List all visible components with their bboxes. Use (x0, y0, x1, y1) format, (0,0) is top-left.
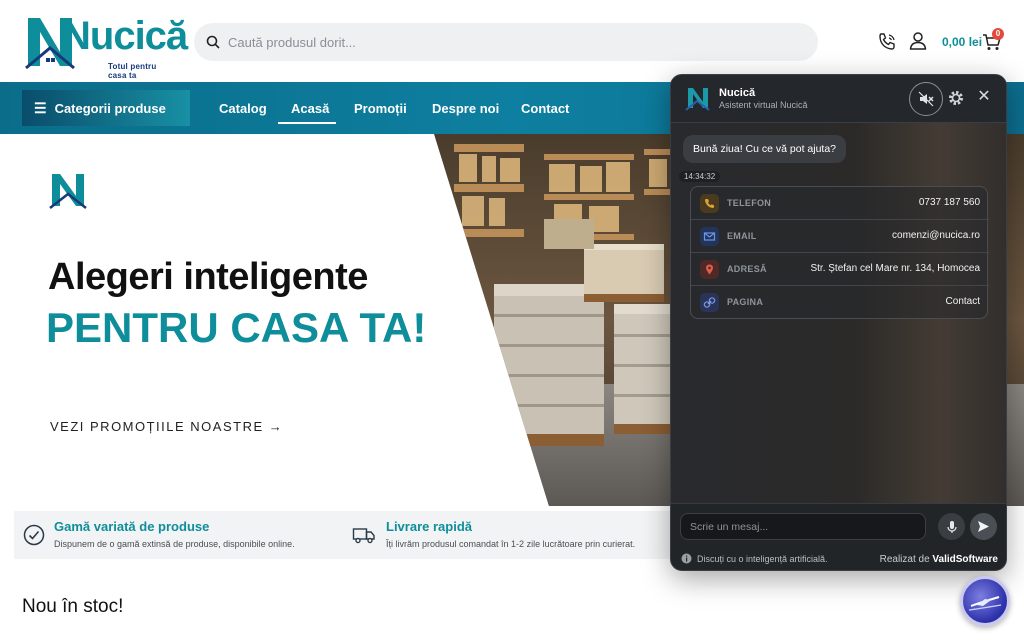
contact-label: TELEFON (727, 198, 772, 208)
check-circle-icon (23, 524, 45, 546)
nav-acasa[interactable]: Acasă (291, 101, 329, 116)
contact-value: Contact (945, 296, 980, 307)
cart-count-badge: 0 (992, 28, 1004, 40)
nav-contact[interactable]: Contact (521, 101, 569, 116)
search-icon (206, 35, 220, 49)
send-button[interactable] (970, 513, 997, 540)
powered-by-brand: ValidSoftware (932, 554, 998, 565)
features-strip: Gamă variată de produse Dispunem de o ga… (14, 511, 674, 559)
ai-disclaimer: Discuți cu o inteligență artificială. (697, 554, 828, 564)
cart-total[interactable]: 0,00 lei (942, 35, 982, 49)
phone-icon (700, 194, 719, 213)
feature-title: Livrare rapidă (386, 519, 472, 534)
phone-icon[interactable] (876, 31, 898, 53)
menu-icon: ☰ (34, 99, 47, 116)
hero-logo-icon (49, 174, 87, 209)
site-header: Nucică Totul pentru casa ta 0,00 lei 0 (0, 0, 1024, 82)
contact-value: Str. Ștefan cel Mare nr. 134, Homocea (810, 263, 980, 274)
chat-widget: Nucică Asistent virtual Nucică ✕ Bună zi… (670, 74, 1007, 571)
close-icon[interactable]: ✕ (975, 88, 993, 106)
chat-header: Nucică Asistent virtual Nucică ✕ (671, 75, 1006, 123)
logo-tagline: Totul pentru casa ta (108, 62, 157, 80)
info-icon (681, 553, 692, 564)
site-logo[interactable]: Nucică Totul pentru casa ta (24, 8, 188, 80)
hero-subheading: PENTRU CASA TA! (46, 304, 427, 351)
send-icon (978, 521, 989, 532)
logo-wordmark: Nucică (62, 14, 188, 58)
bot-message: Bună ziua! Cu ce vă pot ajuta? (683, 135, 847, 163)
truck-icon (352, 528, 375, 544)
search-input[interactable] (228, 34, 788, 50)
speaker-muted-icon (918, 91, 934, 107)
section-title: Nou în stoc! (22, 596, 124, 617)
powered-by-prefix: Realizat de (879, 554, 930, 565)
contact-value: comenzi@nucica.ro (892, 230, 980, 241)
nav-active-indicator (278, 122, 336, 124)
contact-value: 0737 187 560 (918, 197, 980, 208)
plane-icon (968, 596, 1002, 611)
message-timestamp: 14:34:32 (679, 171, 721, 182)
microphone-icon (946, 520, 957, 533)
contact-card: TELEFON 0737 187 560 EMAIL comenzi@nucic… (690, 186, 989, 319)
nav-promotii[interactable]: Promoții (354, 101, 407, 116)
chat-message-input[interactable] (680, 513, 926, 540)
contact-row-page[interactable]: PAGINA Contact (691, 286, 989, 319)
search-bar[interactable] (194, 23, 818, 61)
categories-label: Categorii produse (54, 100, 166, 116)
contact-label: ADRESĂ (727, 264, 767, 274)
location-pin-icon (700, 260, 719, 279)
microphone-button[interactable] (938, 513, 965, 540)
chat-bot-name: Nucică (719, 87, 756, 99)
nav-catalog[interactable]: Catalog (219, 101, 267, 116)
contact-row-email[interactable]: EMAIL comenzi@nucica.ro (691, 220, 989, 253)
categories-button[interactable]: ☰ Categorii produse (22, 90, 190, 126)
feature-title: Gamă variată de produse (54, 519, 210, 534)
chat-launcher-button[interactable] (960, 576, 1010, 626)
nav-despre-noi[interactable]: Despre noi (432, 101, 499, 116)
contact-label: EMAIL (727, 231, 757, 241)
chat-bot-subtitle: Asistent virtual Nucică (719, 100, 808, 110)
chat-avatar-icon (685, 88, 710, 111)
contact-label: PAGINA (727, 297, 764, 307)
user-icon[interactable] (907, 30, 929, 52)
hero-heading: Alegeri inteligente (48, 256, 368, 298)
feature-desc: Îți livrăm produsul comandat în 1-2 zile… (386, 539, 636, 549)
gear-icon[interactable] (947, 89, 965, 107)
contact-row-phone[interactable]: TELEFON 0737 187 560 (691, 187, 989, 220)
mute-button[interactable] (909, 82, 943, 116)
chat-footer: Discuți cu o inteligență artificială. Re… (671, 547, 1006, 570)
link-icon (700, 293, 719, 312)
contact-row-address[interactable]: ADRESĂ Str. Ștefan cel Mare nr. 134, Hom… (691, 253, 989, 286)
chat-input-area (671, 503, 1006, 547)
mail-icon (700, 227, 719, 246)
feature-desc: Dispunem de o gamă extinsă de produse, d… (54, 539, 295, 549)
powered-by[interactable]: Realizat de ValidSoftware (880, 554, 998, 565)
promotions-link[interactable]: VEZI PROMOȚIILE NOASTRE → (50, 419, 283, 434)
